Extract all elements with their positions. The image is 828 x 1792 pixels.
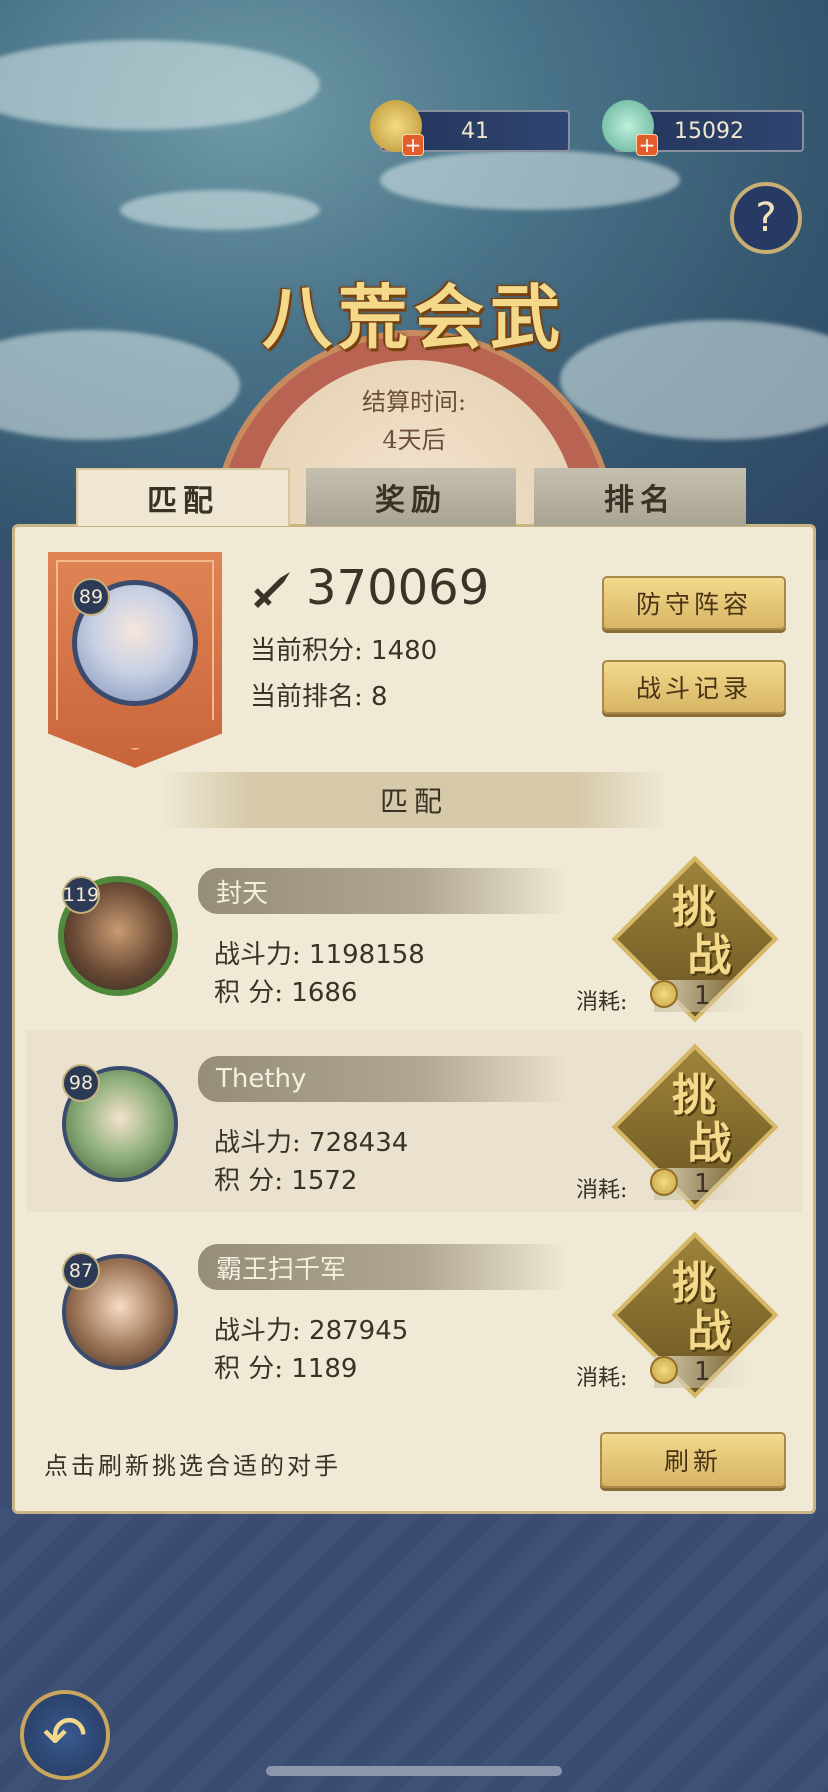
cost-label: 消耗: bbox=[576, 1366, 628, 1391]
opponent-score-value: 1572 bbox=[291, 1166, 358, 1196]
cost-amount: 1 bbox=[694, 1169, 711, 1199]
tab-reward[interactable]: 奖励 bbox=[306, 468, 516, 526]
challenge-label: 挑 战 bbox=[634, 1072, 754, 1168]
challenge-char-2: 战 bbox=[687, 930, 732, 981]
dragon-token-value: 41 bbox=[461, 118, 489, 144]
opponent-power-label: 战斗力: bbox=[214, 1128, 301, 1158]
jade-shell-value: 15092 bbox=[674, 118, 744, 144]
opponent-power-value: 728434 bbox=[309, 1128, 409, 1158]
opponent-power: 战斗力: 287945 bbox=[214, 1310, 408, 1347]
battle-record-label: 战斗记录 bbox=[635, 674, 752, 703]
dragon-token-icon bbox=[650, 1168, 678, 1196]
refresh-label: 刷新 bbox=[663, 1447, 722, 1476]
opponent-score: 积 分: 1189 bbox=[214, 1348, 357, 1385]
defense-lineup-button[interactable]: 防守阵容 bbox=[602, 576, 786, 630]
opponent-score: 积 分: 1686 bbox=[214, 972, 357, 1009]
settlement-label: 结算时间: bbox=[361, 388, 467, 416]
tab-reward-label: 奖励 bbox=[375, 483, 447, 518]
player-score: 当前积分: 1480 bbox=[250, 630, 437, 667]
back-button[interactable]: ↶ bbox=[20, 1690, 110, 1780]
opponent-score-label: 积 分: bbox=[214, 978, 284, 1008]
player-rank: 当前排名: 8 bbox=[250, 676, 388, 713]
challenge-char-2: 战 bbox=[687, 1306, 732, 1357]
player-level-badge: 89 bbox=[72, 578, 110, 616]
settlement-value: 4天后 bbox=[382, 426, 446, 454]
refresh-hint: 点击刷新挑选合适的对手 bbox=[44, 1452, 341, 1480]
opponent-name: Thethy bbox=[198, 1056, 568, 1102]
back-arrow-icon: ↶ bbox=[42, 1703, 88, 1767]
player-power: 370069 bbox=[250, 560, 489, 616]
opponent-score-value: 1686 bbox=[291, 978, 358, 1008]
opponent-score: 积 分: 1572 bbox=[214, 1160, 357, 1197]
opponent-level-badge: 119 bbox=[62, 876, 100, 914]
player-score-value: 1480 bbox=[371, 636, 438, 666]
opponent-power: 战斗力: 728434 bbox=[214, 1122, 408, 1159]
opponent-level-badge: 87 bbox=[62, 1252, 100, 1290]
opponent-score-label: 积 分: bbox=[214, 1354, 284, 1384]
cost-amount: 1 bbox=[694, 1357, 711, 1387]
opponent-power-label: 战斗力: bbox=[214, 940, 301, 970]
tab-ranking[interactable]: 排名 bbox=[534, 468, 746, 526]
question-icon: ? bbox=[755, 195, 777, 241]
tab-ranking-label: 排名 bbox=[604, 483, 676, 518]
tab-match-label: 匹配 bbox=[147, 484, 219, 519]
add-dragon-token-icon[interactable]: + bbox=[402, 134, 424, 156]
home-indicator[interactable] bbox=[266, 1766, 562, 1776]
page-title: 八荒会武 bbox=[262, 276, 566, 359]
opponent-name: 霸王扫千军 bbox=[198, 1244, 568, 1290]
dragon-token-icon bbox=[650, 980, 678, 1008]
challenge-char-1: 挑 bbox=[672, 1258, 716, 1309]
lower-background bbox=[0, 1510, 828, 1792]
battle-record-button[interactable]: 战斗记录 bbox=[602, 660, 786, 714]
player-rank-label: 当前排名: bbox=[250, 682, 363, 712]
dragon-token-icon bbox=[650, 1356, 678, 1384]
player-rank-value: 8 bbox=[371, 682, 388, 712]
defense-lineup-label: 防守阵容 bbox=[635, 590, 752, 619]
opponent-name: 封天 bbox=[198, 868, 568, 914]
cost-label: 消耗: bbox=[576, 1178, 628, 1203]
refresh-button[interactable]: 刷新 bbox=[600, 1432, 786, 1488]
challenge-label: 挑 战 bbox=[634, 1260, 754, 1356]
cost-label: 消耗: bbox=[576, 990, 628, 1015]
opponent-power-label: 战斗力: bbox=[214, 1316, 301, 1346]
opponent-score-label: 积 分: bbox=[214, 1166, 284, 1196]
help-button[interactable]: ? bbox=[730, 182, 802, 254]
match-heading-label: 匹配 bbox=[379, 785, 448, 818]
opponent-level-badge: 98 bbox=[62, 1064, 100, 1102]
match-heading: 匹配 bbox=[160, 772, 668, 828]
challenge-char-1: 挑 bbox=[672, 1070, 716, 1121]
opponent-score-value: 1189 bbox=[291, 1354, 358, 1384]
challenge-char-2: 战 bbox=[687, 1118, 732, 1169]
challenge-label: 挑 战 bbox=[634, 884, 754, 980]
cost-amount: 1 bbox=[694, 981, 711, 1011]
player-power-value: 370069 bbox=[306, 560, 490, 616]
opponent-power: 战斗力: 1198158 bbox=[214, 934, 425, 971]
tab-match[interactable]: 匹配 bbox=[76, 468, 290, 526]
challenge-char-1: 挑 bbox=[672, 882, 716, 933]
sword-icon bbox=[254, 572, 290, 608]
player-score-label: 当前积分: bbox=[250, 636, 363, 666]
opponent-power-value: 287945 bbox=[309, 1316, 409, 1346]
add-jade-shell-icon[interactable]: + bbox=[636, 134, 658, 156]
opponent-power-value: 1198158 bbox=[309, 940, 425, 970]
